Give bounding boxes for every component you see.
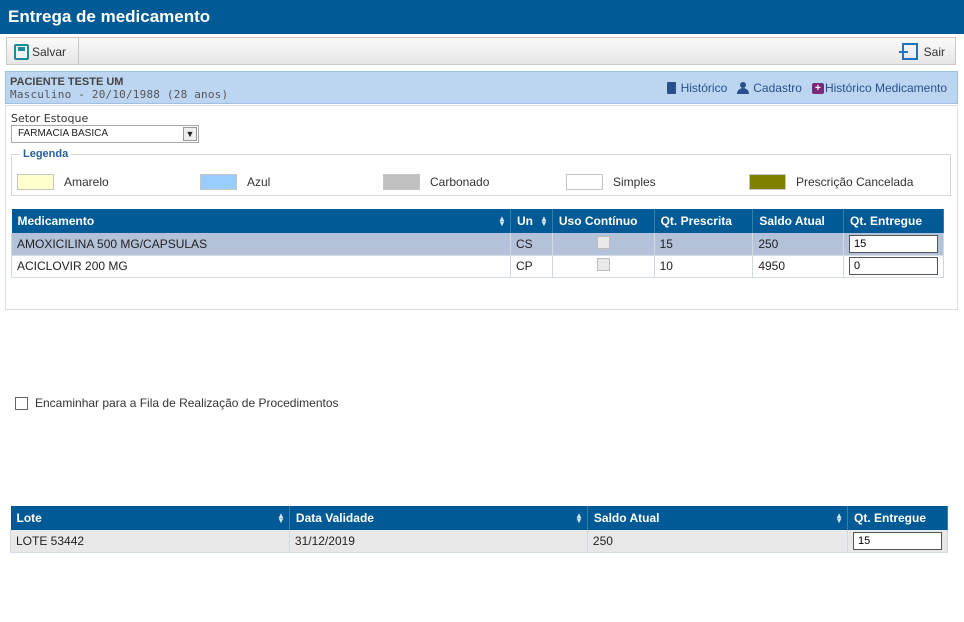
user-icon — [737, 82, 750, 94]
cell-qt-prescrita: 10 — [654, 255, 754, 278]
encaminhar-checkbox[interactable] — [15, 396, 28, 410]
encaminhar-label: Encaminhar para a Fila de Realização de … — [35, 396, 339, 410]
historico-medicamento-link[interactable]: + Histórico Medicamento — [811, 81, 947, 95]
col-uso-continuo[interactable]: Uso Contínuo — [552, 209, 655, 233]
setor-estoque-value: FARMACIA BASICA — [18, 128, 109, 139]
legend-item-azul: Azul — [200, 174, 270, 190]
cadastro-label: Cadastro — [753, 81, 802, 95]
toolbar-separator — [78, 38, 79, 64]
qt-entregue-input[interactable] — [849, 257, 938, 275]
col-qt-prescrita[interactable]: Qt. Prescrita — [654, 209, 754, 233]
historico-medicamento-label: Histórico Medicamento — [824, 81, 947, 95]
cell-saldo: 4950 — [752, 255, 844, 278]
legend-item-simples: Simples — [566, 174, 656, 190]
sort-icon[interactable]: ▲ ▼ — [575, 512, 583, 525]
legend-label: Amarelo — [64, 175, 109, 189]
col-lote[interactable]: Lote ▲ ▼ — [10, 506, 290, 530]
swatch-cancelada — [749, 174, 786, 190]
save-icon — [14, 43, 29, 60]
encaminhar-option[interactable]: Encaminhar para a Fila de Realização de … — [15, 396, 339, 410]
patient-links: Histórico Cadastro + Histórico Medicamen… — [666, 81, 947, 95]
uso-continuo-checkbox[interactable] — [596, 258, 610, 271]
col-saldo-atual[interactable]: Saldo Atual ▲ ▼ — [587, 506, 849, 530]
col-un[interactable]: Un ▲ ▼ — [510, 209, 553, 233]
toolbar: Salvar Sair — [6, 37, 956, 65]
legend-box: Legenda Amarelo Azul Carbonado Simples P… — [11, 148, 951, 196]
exit-icon — [898, 43, 918, 60]
legend-label: Azul — [247, 175, 271, 189]
exit-label: Sair — [923, 44, 945, 59]
cell-saldo: 250 — [587, 530, 849, 553]
swatch-amarelo — [17, 174, 54, 190]
col-saldo-atual[interactable]: Saldo Atual — [752, 209, 844, 233]
lote-qt-entregue-input[interactable] — [853, 531, 942, 550]
legend-title: Legenda — [20, 148, 72, 160]
patient-name: PACIENTE TESTE UM — [10, 76, 124, 88]
setor-estoque-label: Setor Estoque — [11, 112, 89, 125]
table-row[interactable]: ACICLOVIR 200 MG CP 10 4950 — [11, 255, 944, 278]
swatch-carbonado — [383, 174, 420, 190]
historico-label: Histórico — [680, 81, 728, 95]
col-qt-entregue[interactable]: Qt. Entregue — [843, 209, 944, 233]
legend-label: Prescrição Cancelada — [796, 175, 914, 189]
book-icon — [666, 82, 676, 94]
cell-uso-continuo — [552, 255, 655, 278]
historico-link[interactable]: Histórico — [666, 81, 728, 95]
sort-icon[interactable]: ▲ ▼ — [498, 215, 506, 228]
patient-bar: PACIENTE TESTE UM Masculino - 20/10/1988… — [5, 71, 958, 104]
setor-estoque-select[interactable]: FARMACIA BASICA ▼ — [11, 125, 199, 143]
legend-item-amarelo: Amarelo — [17, 174, 109, 190]
save-label: Salvar — [32, 44, 67, 59]
sort-icon[interactable]: ▲ ▼ — [540, 215, 548, 228]
cell-qt-prescrita: 15 — [654, 233, 754, 256]
col-data-validade[interactable]: Data Validade ▲ ▼ — [289, 506, 588, 530]
cell-qt-entregue — [843, 233, 944, 256]
medicine-case-icon: + — [811, 82, 824, 94]
cell-lote: LOTE 53442 — [10, 530, 290, 553]
save-button[interactable]: Salvar — [14, 41, 66, 62]
sort-icon[interactable]: ▲ ▼ — [277, 512, 285, 525]
lotes-table: Lote ▲ ▼ Data Validade ▲ ▼ Saldo Atual ▲ ▼ Qt.… — [10, 506, 948, 553]
sort-icon[interactable]: ▲ ▼ — [835, 512, 843, 525]
legend-item-carbonado: Carbonado — [383, 174, 489, 190]
qt-entregue-input[interactable] — [849, 234, 938, 253]
chevron-down-icon[interactable]: ▼ — [183, 127, 197, 141]
cell-qt-entregue — [843, 255, 944, 278]
main-panel: Setor Estoque FARMACIA BASICA ▼ Legenda … — [5, 105, 958, 410]
legend-label: Simples — [613, 175, 656, 189]
cell-uso-continuo — [552, 233, 655, 256]
swatch-azul — [200, 174, 237, 190]
table-row[interactable]: LOTE 53442 31/12/2019 250 — [10, 530, 948, 553]
patient-info: Masculino - 20/10/1988 (28 anos) — [10, 88, 229, 101]
uso-continuo-checkbox[interactable] — [596, 235, 610, 249]
table-row[interactable]: AMOXICILINA 500 MG/CAPSULAS CS 15 250 — [11, 233, 944, 256]
cell-un: CP — [510, 255, 553, 278]
legend-label: Carbonado — [430, 175, 490, 189]
cell-saldo: 250 — [752, 233, 844, 256]
exit-button[interactable]: Sair — [898, 41, 945, 62]
cell-validade: 31/12/2019 — [289, 530, 588, 553]
medicamentos-table: Medicamento ▲ ▼ Un ▲ ▼ Uso Contínuo Qt. Pres… — [11, 209, 944, 278]
legend-item-cancelada: Prescrição Cancelada — [749, 174, 913, 190]
cell-medicamento: AMOXICILINA 500 MG/CAPSULAS — [11, 233, 511, 256]
col-medicamento[interactable]: Medicamento ▲ ▼ — [11, 209, 511, 233]
col-qt-entregue[interactable]: Qt. Entregue — [847, 506, 948, 530]
cell-qt-entregue — [847, 530, 948, 553]
cell-un: CS — [510, 233, 553, 256]
cadastro-link[interactable]: Cadastro — [737, 81, 802, 95]
swatch-simples — [566, 174, 603, 190]
window-title: Entrega de medicamento — [0, 0, 964, 34]
cell-medicamento: ACICLOVIR 200 MG — [11, 255, 511, 278]
